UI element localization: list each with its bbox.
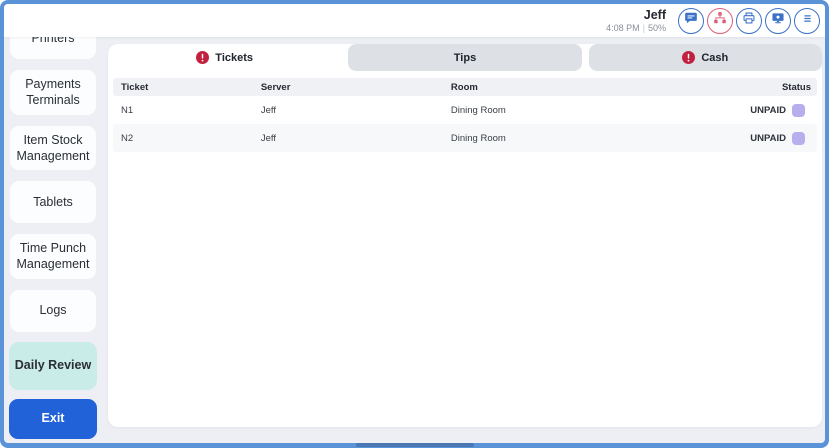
table-row[interactable]: N2 Jeff Dining Room UNPAID bbox=[113, 124, 817, 152]
sidebar-item-daily-review[interactable]: Daily Review bbox=[9, 341, 97, 390]
sidebar-item-label: Time Punch Management bbox=[16, 241, 90, 272]
print-button[interactable] bbox=[736, 7, 762, 34]
status-label: UNPAID bbox=[750, 132, 786, 144]
network-icon bbox=[713, 11, 727, 30]
app-window: Jeff 4:08 PM | 50% Printers Payments Ter… bbox=[0, 0, 829, 448]
sidebar-item-label: Item Stock Management bbox=[16, 132, 90, 163]
tab-label: Tips bbox=[453, 51, 477, 64]
sidebar-item-label: Payments Terminals bbox=[25, 77, 81, 108]
display-button[interactable] bbox=[765, 7, 791, 34]
table-header: Ticket Server Room Status bbox=[113, 78, 817, 96]
col-status: Status bbox=[781, 81, 811, 93]
home-indicator[interactable] bbox=[355, 443, 474, 447]
col-server: Server bbox=[260, 81, 291, 93]
sidebar-item-time-punch-management[interactable]: Time Punch Management bbox=[9, 233, 97, 280]
cell-room: Dining Room bbox=[450, 104, 506, 116]
cell-status: UNPAID bbox=[711, 131, 817, 145]
status-label: UNPAID bbox=[750, 104, 786, 116]
menu-icon bbox=[801, 12, 814, 30]
alert-icon bbox=[682, 51, 696, 64]
table-row[interactable]: N1 Jeff Dining Room UNPAID bbox=[113, 96, 817, 124]
clock-time: 4:08 PM bbox=[606, 22, 640, 33]
sidebar-item-logs[interactable]: Logs bbox=[9, 288, 97, 333]
cell-server: Jeff bbox=[260, 132, 276, 144]
sidebar-item-payments-terminals[interactable]: Payments Terminals bbox=[9, 69, 97, 116]
status-checkbox[interactable] bbox=[792, 103, 805, 117]
sidebar-item-label: Tablets bbox=[33, 194, 73, 209]
status-checkbox[interactable] bbox=[792, 131, 805, 145]
sidebar-item-label: Daily Review bbox=[14, 358, 92, 373]
col-ticket: Ticket bbox=[121, 81, 149, 93]
sidebar-item-label: Printers bbox=[31, 37, 75, 45]
cell-status: UNPAID bbox=[711, 103, 817, 117]
tab-label: Tickets bbox=[215, 51, 254, 64]
tab-tickets[interactable]: Tickets bbox=[108, 44, 341, 71]
tab-cash[interactable]: Cash bbox=[588, 44, 822, 71]
cell-ticket: N1 bbox=[121, 104, 134, 116]
sidebar-item-tablets[interactable]: Tablets bbox=[9, 180, 97, 224]
printer-icon bbox=[742, 11, 756, 30]
chat-button[interactable] bbox=[678, 7, 704, 34]
top-bar: Jeff 4:08 PM | 50% bbox=[4, 4, 825, 37]
cell-server: Jeff bbox=[260, 104, 276, 116]
tab-tips[interactable]: Tips bbox=[348, 44, 582, 71]
menu-button[interactable] bbox=[794, 7, 820, 34]
content-area: Printers Payments Terminals Item Stock M… bbox=[4, 37, 825, 443]
network-button[interactable] bbox=[707, 7, 733, 34]
tab-label: Cash bbox=[701, 51, 729, 64]
alert-icon bbox=[196, 51, 210, 64]
exit-button-label: Exit bbox=[41, 411, 65, 426]
meta-divider: | bbox=[642, 22, 645, 33]
main-panel: Tickets Tips Cash Ticket Server Room Sta… bbox=[108, 44, 822, 427]
app-screen: Jeff 4:08 PM | 50% Printers Payments Ter… bbox=[4, 4, 825, 443]
exit-button[interactable]: Exit bbox=[9, 398, 97, 439]
user-meta: 4:08 PM | 50% bbox=[606, 23, 666, 33]
display-icon bbox=[771, 11, 785, 30]
battery-percent: 50% bbox=[647, 22, 666, 33]
cell-room: Dining Room bbox=[450, 132, 506, 144]
chat-icon bbox=[684, 11, 698, 30]
user-info: Jeff 4:08 PM | 50% bbox=[606, 8, 666, 33]
sidebar-item-printers[interactable]: Printers bbox=[9, 37, 97, 60]
sidebar: Printers Payments Terminals Item Stock M… bbox=[4, 37, 101, 443]
col-room: Room bbox=[450, 81, 478, 93]
tickets-table: Ticket Server Room Status N1 Jeff Dining… bbox=[113, 78, 817, 152]
sidebar-item-item-stock-management[interactable]: Item Stock Management bbox=[9, 124, 97, 171]
tab-bar: Tickets Tips Cash bbox=[108, 44, 822, 71]
cell-ticket: N2 bbox=[121, 132, 134, 144]
user-name: Jeff bbox=[643, 8, 666, 23]
sidebar-item-label: Logs bbox=[39, 303, 67, 318]
